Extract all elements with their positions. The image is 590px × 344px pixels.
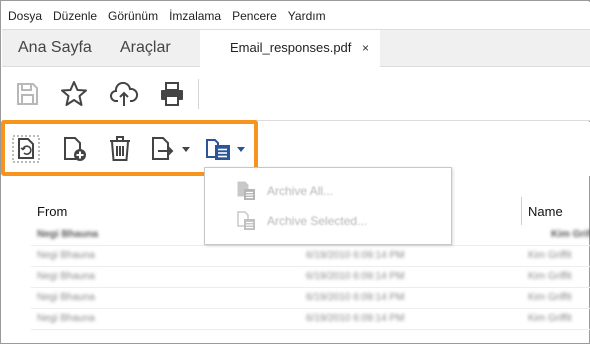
menu-item-archive-selected[interactable]: Archive Selected... [235, 211, 367, 231]
menu-item-archive-all[interactable]: Archive All... [235, 181, 333, 201]
cell-date: 6/19/2010 6:09:14 PM [306, 292, 405, 303]
table-row[interactable]: Negi Bhauna 6/19/2010 6:09:14 PM Kim Gri… [31, 267, 590, 287]
tab-home[interactable]: Ana Sayfa [18, 30, 92, 67]
column-divider [521, 197, 522, 225]
archive-selected-icon [237, 211, 255, 230]
table-row[interactable]: Negi Bhauna 6/19/2010 6:09:14 PM Kim Gri… [31, 288, 590, 308]
table-row[interactable]: Negi Bhauna 6/19/2010 6:09:14 PM Kim Gri… [31, 309, 590, 329]
cell-from: Negi Bhauna [37, 292, 95, 303]
tab-tools[interactable]: Araçlar [120, 30, 171, 67]
bookmark-star-icon[interactable] [59, 79, 89, 109]
main-toolbar [2, 67, 590, 121]
close-icon[interactable]: × [362, 30, 369, 66]
archive-dropdown-menu: Archive All... Archive Selected... [204, 167, 452, 245]
archive-all-icon [237, 181, 255, 200]
cloud-upload-icon[interactable] [109, 79, 139, 109]
tab-document-label: Email_responses.pdf [230, 40, 352, 55]
column-header-name[interactable]: Name [528, 204, 563, 219]
menu-item-dosya[interactable]: Dosya [8, 9, 42, 23]
cell-name: Kim Griffit [528, 271, 572, 282]
menu-item-imzalama[interactable]: İmzalama [169, 9, 221, 23]
menu-item-pencere[interactable]: Pencere [232, 9, 277, 23]
cell-date: 6/19/2010 6:09:14 PM [306, 250, 405, 261]
cell-from: Negi Bhauna [37, 250, 95, 261]
table-row[interactable]: Negi Bhauna 6/19/2010 6:09:14 PM Kim Gri… [31, 246, 590, 266]
menu-item-gorunum[interactable]: Görünüm [108, 9, 158, 23]
print-icon[interactable] [157, 79, 187, 109]
cell-date: 6/19/2010 6:09:14 PM [306, 313, 405, 324]
tab-bar: Ana Sayfa Araçlar Email_responses.pdf × [2, 29, 590, 68]
cell-date: 6/19/2010 6:09:14 PM [306, 271, 405, 282]
cell-name: Kim Griffit [528, 313, 572, 324]
menu-item-archive-all-label: Archive All... [267, 184, 334, 198]
toolbar-separator [198, 79, 199, 109]
cell-from: Negi Bhauna [37, 313, 95, 324]
cell-name: Kim Griffit [528, 292, 572, 303]
tab-document[interactable]: Email_responses.pdf × [200, 30, 380, 68]
row-divider [31, 329, 590, 330]
app-window: Dosya Düzenle Görünüm İmzalama Pencere Y… [0, 0, 590, 344]
column-header-from[interactable]: From [37, 204, 67, 219]
save-icon[interactable] [12, 79, 42, 109]
menu-bar: Dosya Düzenle Görünüm İmzalama Pencere Y… [2, 2, 590, 29]
menu-item-duzenle[interactable]: Düzenle [53, 9, 97, 23]
cell-name: Kim Griffit [551, 229, 590, 240]
cell-from: Negi Bhauna [37, 229, 99, 240]
cell-name: Kim Griffit [528, 250, 572, 261]
menu-item-archive-selected-label: Archive Selected... [267, 214, 368, 228]
cell-from: Negi Bhauna [37, 271, 95, 282]
menu-item-yardim[interactable]: Yardım [288, 9, 326, 23]
